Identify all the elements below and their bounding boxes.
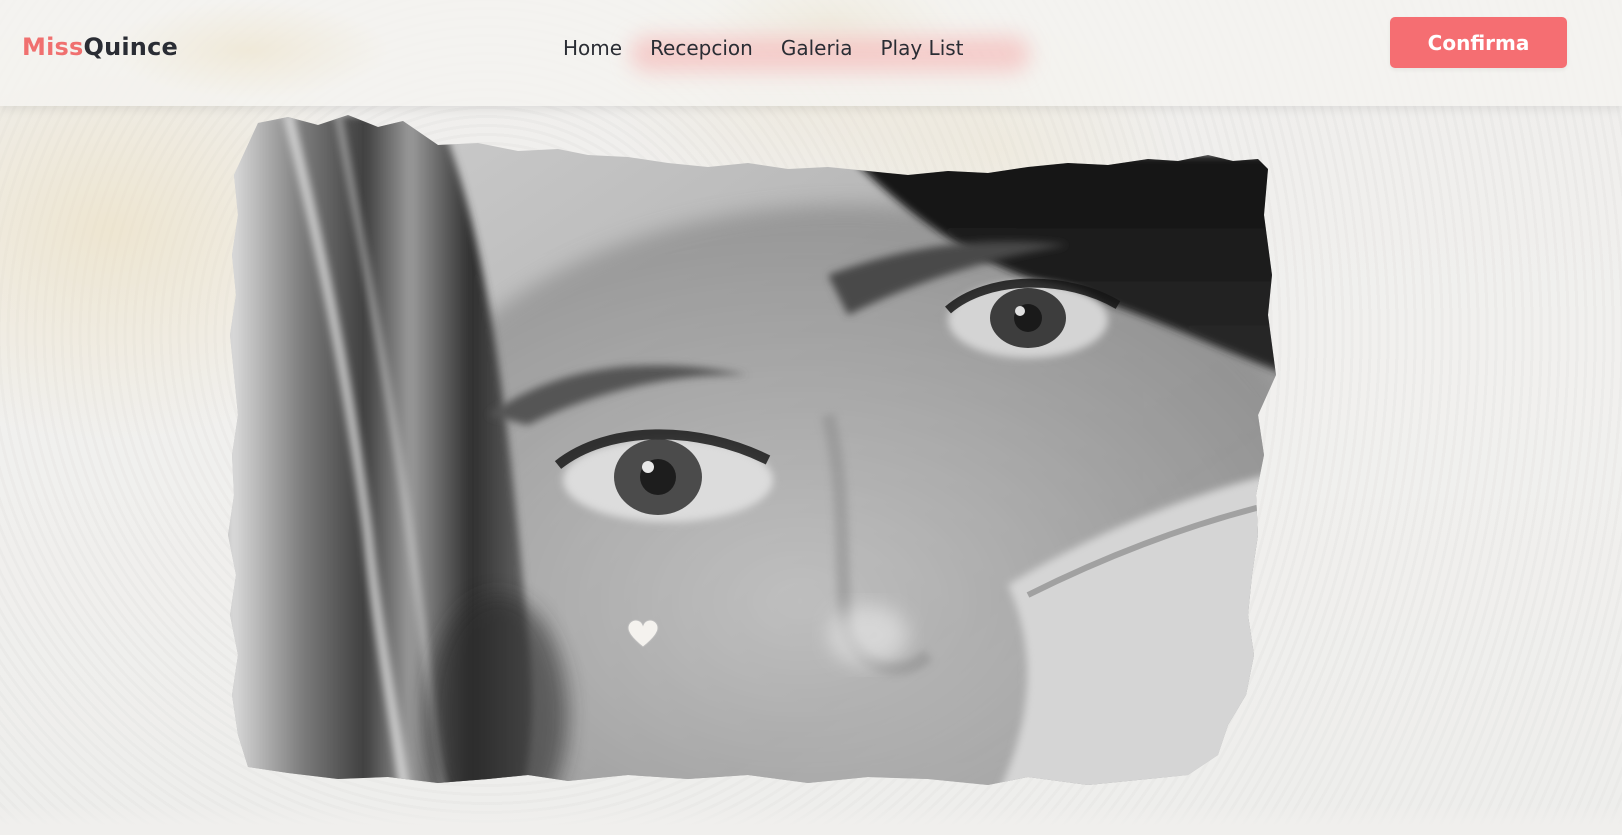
navbar: MissQuince Home Recepcion Galeria Play L… [0, 0, 1622, 106]
nav-play-list[interactable]: Play List [880, 36, 963, 60]
portrait-photo-image [228, 115, 1276, 785]
nav-galeria[interactable]: Galeria [781, 36, 853, 60]
main-nav: Home Recepcion Galeria Play List [563, 36, 964, 60]
hero-photo [228, 115, 1318, 815]
nav-recepcion[interactable]: Recepcion [650, 36, 753, 60]
brand-accent: Miss [22, 33, 84, 61]
brand-main: Quince [83, 33, 178, 61]
confirma-button[interactable]: Confirma [1390, 17, 1567, 68]
page-bottom-fade [0, 805, 1622, 835]
brand-logo[interactable]: MissQuince [22, 33, 178, 61]
nav-home[interactable]: Home [563, 36, 622, 60]
